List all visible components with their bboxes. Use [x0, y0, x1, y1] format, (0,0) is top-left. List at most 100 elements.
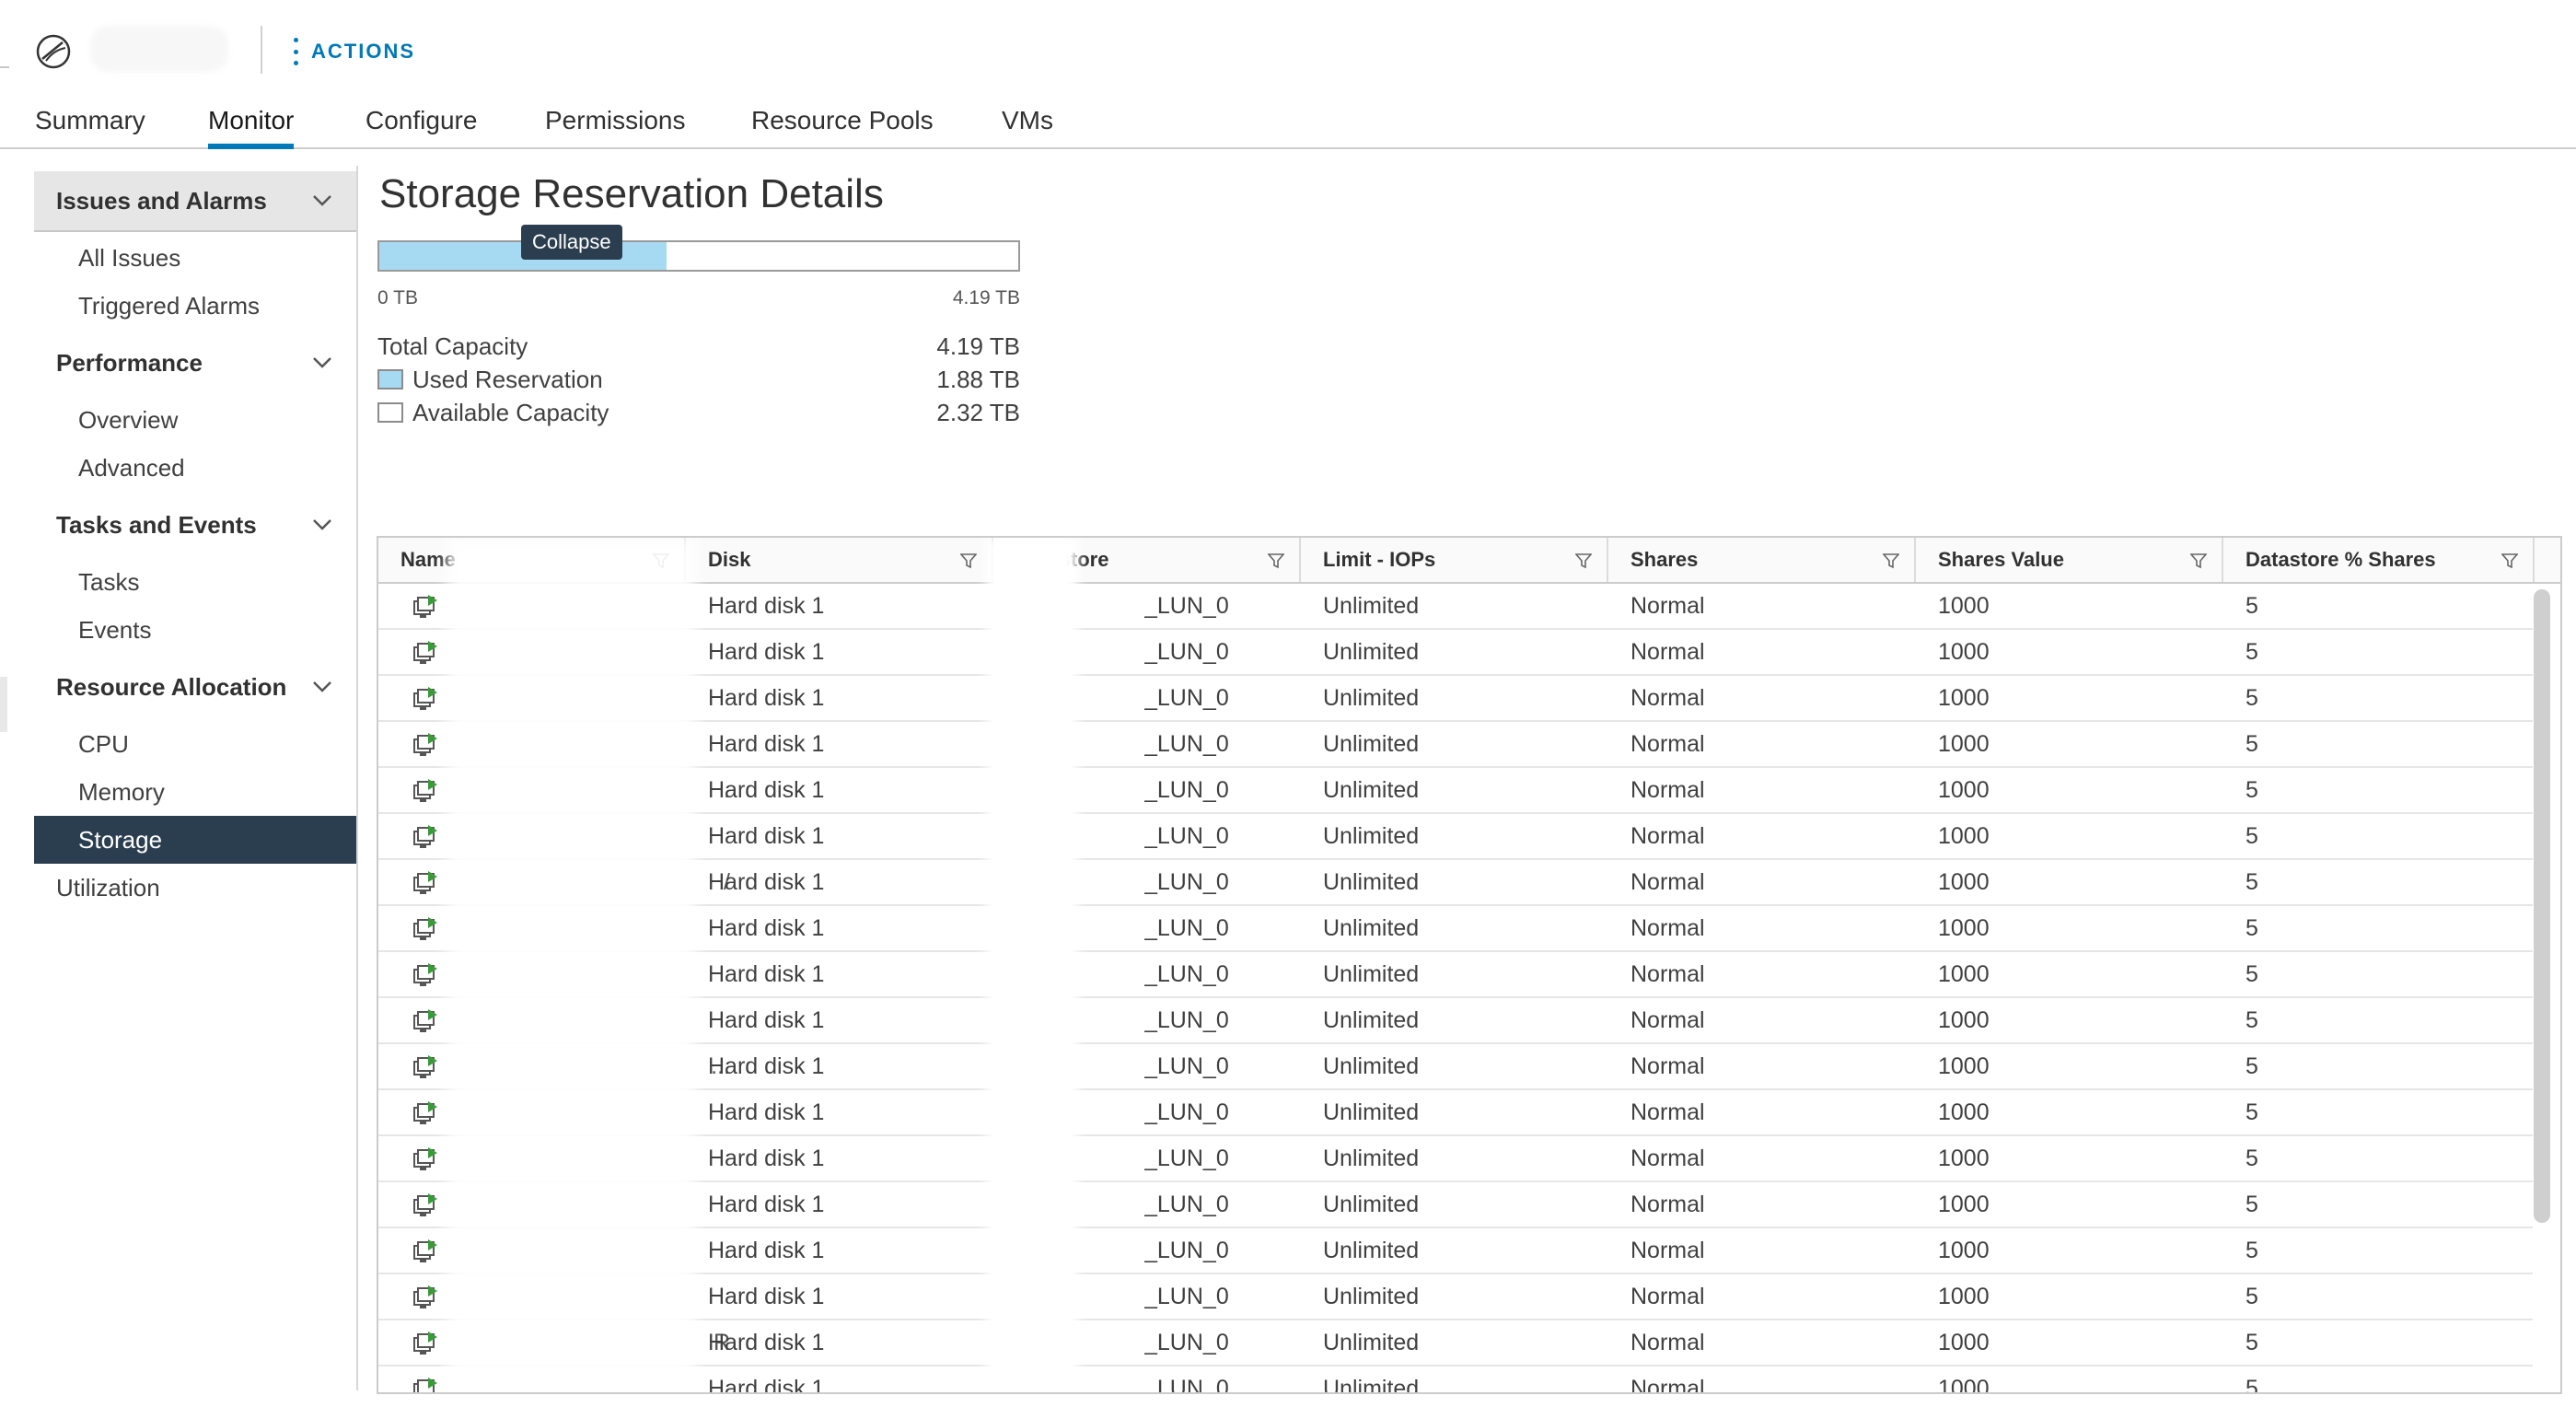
table-row[interactable]: Hard disk 1 _LUN_0 Unlimited Normal 1000 5 [378, 1366, 2533, 1394]
tab-bar: Summary Monitor Configure Permissions Re… [0, 99, 2576, 149]
cell-limit: Unlimited [1323, 593, 1420, 619]
cell-shares-value: 1000 [1938, 685, 1990, 711]
collapse-tooltip[interactable]: Collapse [521, 225, 622, 260]
chevron-down-icon [313, 195, 331, 206]
nav-item-triggered-alarms[interactable]: Triggered Alarms [34, 282, 356, 330]
used-swatch [377, 369, 403, 390]
cell-shares: Normal [1630, 777, 1705, 803]
table-row[interactable]: Hard disk 1 _LUN_0 Unlimited Normal 1000 5 [378, 1182, 2533, 1228]
nav-item-advanced[interactable]: Advanced [34, 444, 356, 492]
tab-permissions[interactable]: Permissions [545, 99, 685, 149]
table-row[interactable]: Hard disk 1 _LUN_0 Unlimited Normal 1000 5 [378, 1274, 2533, 1320]
vm-icon [413, 1378, 437, 1392]
nav-group-performance[interactable]: Performance [34, 332, 356, 393]
table-row[interactable]: Hard disk 1 _LUN_0 Unlimited Normal 1000 5 [378, 630, 2533, 676]
cell-limit: Unlimited [1323, 961, 1420, 987]
table-row[interactable]: Hard disk 1 _LUN_0 Unlimited Normal 1000 5 [378, 722, 2533, 768]
cell-shares: Normal [1630, 961, 1705, 987]
vm-icon [413, 917, 437, 940]
filter-icon[interactable] [960, 552, 977, 569]
table-row[interactable]: ... Hard disk 1 _LUN_0 Unlimited Normal 1000 5 [378, 1044, 2533, 1090]
cell-shares: Normal [1630, 1145, 1705, 1171]
header-divider [261, 26, 262, 74]
tab-resource-pools[interactable]: Resource Pools [751, 99, 934, 149]
cell-shares: Normal [1630, 1192, 1705, 1217]
vm-icon [413, 825, 437, 848]
nav-item-all-issues[interactable]: All Issues [34, 234, 356, 282]
cell-shares: Normal [1630, 1284, 1705, 1309]
cell-limit: Unlimited [1323, 1145, 1420, 1171]
vm-icon [413, 1147, 437, 1170]
cell-disk: Hard disk 1 [708, 777, 825, 803]
nav-item-utilization[interactable]: Utilization [34, 864, 356, 912]
col-header-shares-value[interactable]: Shares Value [1916, 538, 2223, 582]
tab-summary[interactable]: Summary [35, 99, 145, 149]
cell-shares: Normal [1630, 1376, 1705, 1394]
edge-marker [0, 677, 7, 732]
table-row[interactable]: Hard disk 1 _LUN_0 Unlimited Normal 1000 5 [378, 676, 2533, 722]
monitor-sidebar: Issues and Alarms All Issues Triggered A… [34, 166, 358, 1390]
cell-shares: Normal [1630, 1007, 1705, 1033]
cell-shares-value: 1000 [1938, 731, 1990, 757]
col-header-disk[interactable]: Disk [686, 538, 993, 582]
stat-used-reservation: Used Reservation 1.88 TB [377, 363, 1020, 396]
vm-icon [413, 1009, 437, 1032]
cell-limit: Unlimited [1323, 823, 1420, 849]
nav-item-cpu[interactable]: CPU [34, 720, 356, 768]
col-header-shares[interactable]: Shares [1608, 538, 1916, 582]
object-header: ACTIONS [0, 0, 2576, 101]
tab-vms[interactable]: VMs [1002, 99, 1053, 149]
table-row[interactable]: . Hard disk 1 _LUN_0 Unlimited Normal 1000 5 [378, 1228, 2533, 1274]
col-header-limit-iops[interactable]: Limit - IOPs [1301, 538, 1608, 582]
nav-group-issues-alarms[interactable]: Issues and Alarms [34, 171, 356, 232]
filter-icon[interactable] [1883, 552, 1899, 569]
cell-disk: Hard disk 1 [708, 1330, 825, 1355]
nav-item-memory[interactable]: Memory [34, 768, 356, 816]
cell-pct: 5 [2245, 823, 2258, 849]
filter-icon[interactable] [2501, 552, 2518, 569]
table-row[interactable]: Hard disk 1 _LUN_0 Unlimited Normal 1000 5 [378, 906, 2533, 952]
table-row[interactable]: Hard disk 1 _LUN_0 Unlimited Normal 1000 5 [378, 584, 2533, 630]
table-row[interactable]: Hard disk 1 _LUN_0 Unlimited Normal 1000 5 [378, 814, 2533, 860]
table-row[interactable]: Hard disk 1 _LUN_0 Unlimited Normal 1000 5 [378, 1090, 2533, 1136]
col-header-datastore-pct-shares[interactable]: Datastore % Shares [2223, 538, 2535, 582]
tab-monitor[interactable]: Monitor [208, 99, 295, 149]
cell-pct: 5 [2245, 1192, 2258, 1217]
filter-icon[interactable] [1268, 552, 1284, 569]
cell-disk: Hard disk 1 [708, 1376, 825, 1394]
cell-disk: Hard disk 1 [708, 1099, 825, 1125]
cell-shares-value: 1000 [1938, 1145, 1990, 1171]
cell-disk: Hard disk 1 [708, 1053, 825, 1079]
grid-scrollbar[interactable] [2534, 589, 2550, 1223]
table-row[interactable]: . Hard disk 1 _LUN_0 Unlimited Normal 1000 5 [378, 768, 2533, 814]
actions-button[interactable]: ACTIONS [293, 35, 415, 68]
nav-item-storage[interactable]: Storage [34, 816, 356, 864]
cell-shares: Normal [1630, 915, 1705, 941]
table-row[interactable]: Hard disk 1 _LUN_0 Unlimited Normal 1000 5 [378, 998, 2533, 1044]
cell-limit: Unlimited [1323, 685, 1420, 711]
filter-icon[interactable] [1575, 552, 1592, 569]
nav-item-tasks[interactable]: Tasks [34, 558, 356, 606]
nav-item-events[interactable]: Events [34, 606, 356, 654]
nav-item-overview[interactable]: Overview [34, 396, 356, 444]
cell-pct: 5 [2245, 731, 2258, 757]
nav-group-tasks-events[interactable]: Tasks and Events [34, 494, 356, 555]
nav-group-label: Issues and Alarms [56, 186, 267, 215]
nav-group-label: Resource Allocation [56, 672, 287, 701]
cell-shares-value: 1000 [1938, 961, 1990, 987]
table-row[interactable]: R Hard disk 1 _LUN_0 Unlimited Normal 1000 5 [378, 1320, 2533, 1366]
table-row[interactable]: / Hard disk 1 _LUN_0 Unlimited Normal 1000 5 [378, 860, 2533, 906]
name-redaction [447, 538, 696, 1392]
table-row[interactable]: Hard disk 1 _LUN_0 Unlimited Normal 1000 5 [378, 952, 2533, 998]
cell-shares-value: 1000 [1938, 1192, 1990, 1217]
filter-icon[interactable] [2190, 552, 2207, 569]
table-row[interactable]: Hard disk 1 _LUN_0 Unlimited Normal 1000 5 [378, 1136, 2533, 1182]
col-label: Shares [1630, 548, 1699, 571]
cell-disk: Hard disk 1 [708, 685, 825, 711]
stat-label: Total Capacity [377, 331, 528, 360]
tab-configure[interactable]: Configure [366, 99, 477, 149]
vm-icon [413, 871, 437, 894]
nav-group-resource-allocation[interactable]: Resource Allocation [34, 657, 356, 717]
vm-icon [413, 687, 437, 710]
cell-limit: Unlimited [1323, 869, 1420, 895]
